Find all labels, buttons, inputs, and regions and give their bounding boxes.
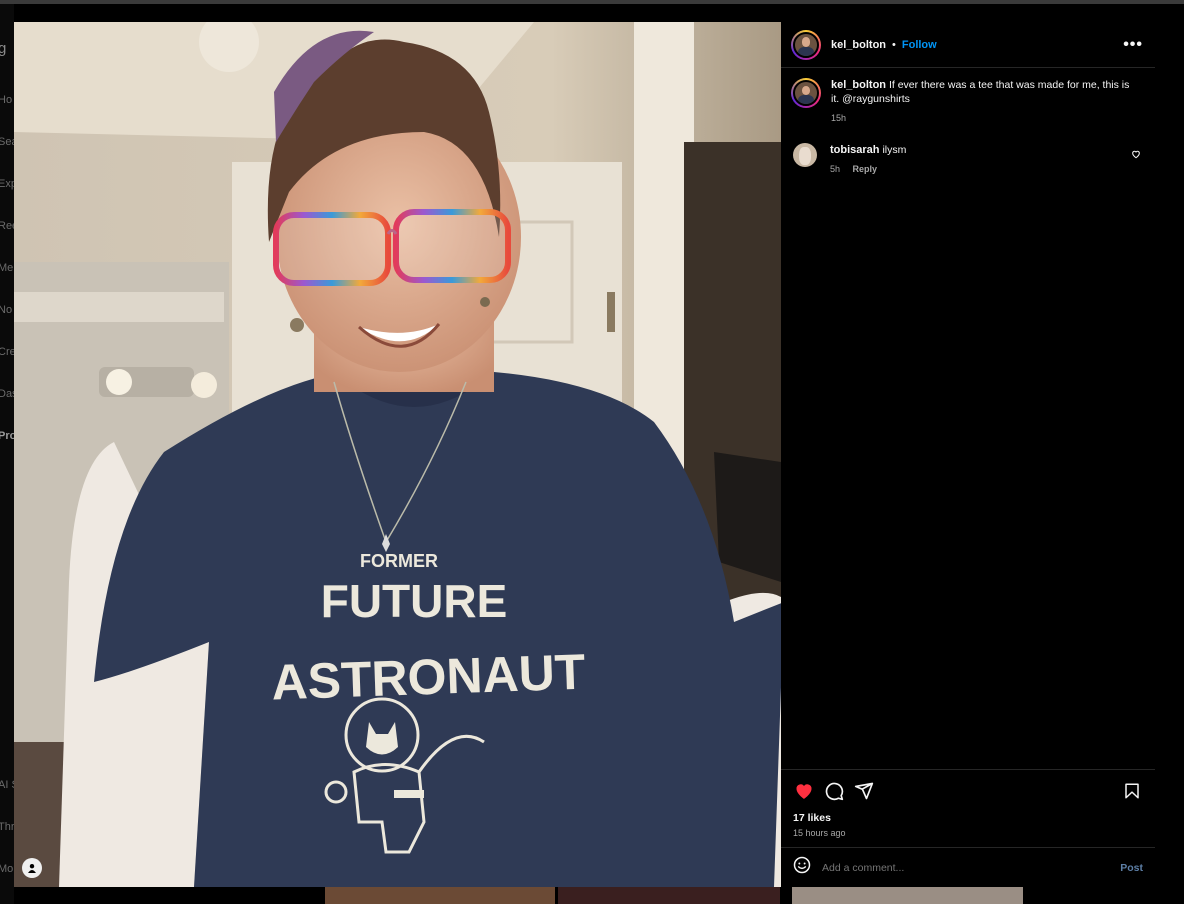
more-options-icon[interactable]: •••: [1123, 36, 1143, 52]
background-logo-fragment: g: [0, 40, 7, 57]
comment-time[interactable]: 5h: [830, 164, 840, 174]
comment-icon[interactable]: [823, 780, 845, 802]
background-nav-item[interactable]: Ho: [0, 94, 12, 106]
shirt-text-line2: FUTURE: [321, 575, 508, 627]
post-comment-button[interactable]: Post: [1120, 862, 1143, 874]
comment-like-heart-icon[interactable]: [1131, 149, 1141, 162]
caption: kel_bolton If ever there was a tee that …: [781, 68, 1155, 125]
background-nav-item[interactable]: Ree: [0, 220, 14, 232]
share-icon[interactable]: [853, 780, 875, 802]
photo-illustration: FORMER FUTURE ASTRONAUT: [14, 22, 781, 887]
author-username[interactable]: kel_bolton: [831, 39, 886, 51]
emoji-icon[interactable]: [793, 856, 811, 879]
background-nav-item[interactable]: Sea: [0, 136, 14, 148]
background-nav-item[interactable]: Exp: [0, 178, 14, 190]
browser-top-edge: [0, 0, 1184, 4]
post-header: kel_bolton • Follow •••: [781, 22, 1155, 68]
background-thumbnail: [792, 887, 1023, 904]
shirt-text-line1: FORMER: [360, 551, 438, 571]
caption-time[interactable]: 15h: [831, 113, 846, 123]
post-timestamp[interactable]: 15 hours ago: [793, 828, 1143, 838]
profile-tag-icon[interactable]: [22, 858, 42, 878]
comment-username[interactable]: tobisarah: [830, 144, 880, 156]
background-nav-item[interactable]: Me: [0, 262, 13, 274]
caption-avatar[interactable]: [791, 78, 821, 108]
comment-item: tobisarah ilysm 5h Reply: [781, 125, 1155, 176]
follow-button[interactable]: Follow: [902, 39, 937, 51]
commenter-avatar[interactable]: [793, 143, 817, 167]
background-nav-item[interactable]: Pro: [0, 430, 14, 442]
background-nav-item[interactable]: Cre: [0, 346, 14, 358]
caption-username[interactable]: kel_bolton: [831, 79, 886, 91]
bookmark-icon[interactable]: [1121, 780, 1143, 802]
author-avatar[interactable]: [791, 29, 821, 60]
post-photo[interactable]: FORMER FUTURE ASTRONAUT: [14, 22, 781, 887]
background-nav-item[interactable]: AI S: [0, 779, 14, 791]
reply-button[interactable]: Reply: [853, 164, 878, 174]
add-comment-bar: Post: [781, 847, 1155, 887]
post-actions: 17 likes 15 hours ago: [781, 769, 1155, 838]
comment-input[interactable]: [822, 861, 1092, 874]
heart-icon[interactable]: [793, 780, 815, 802]
comment-text: ilysm: [882, 144, 907, 156]
background-sidebar: g Ho Sea Exp Ree Me No Cre Das Pro AI S …: [0, 4, 14, 904]
background-nav-item[interactable]: Thr: [0, 821, 14, 833]
post-details-panel: kel_bolton • Follow ••• kel_bolton If ev…: [781, 22, 1155, 887]
likes-count[interactable]: 17 likes: [793, 812, 1143, 824]
background-nav-item[interactable]: Mo: [0, 863, 13, 875]
background-thumbnail: [325, 887, 555, 904]
shirt-text-line3: ASTRONAUT: [271, 644, 587, 711]
background-nav-item[interactable]: No: [0, 304, 12, 316]
background-thumbnail: [558, 887, 780, 904]
background-nav-item[interactable]: Das: [0, 388, 14, 400]
separator-dot: •: [892, 38, 896, 51]
